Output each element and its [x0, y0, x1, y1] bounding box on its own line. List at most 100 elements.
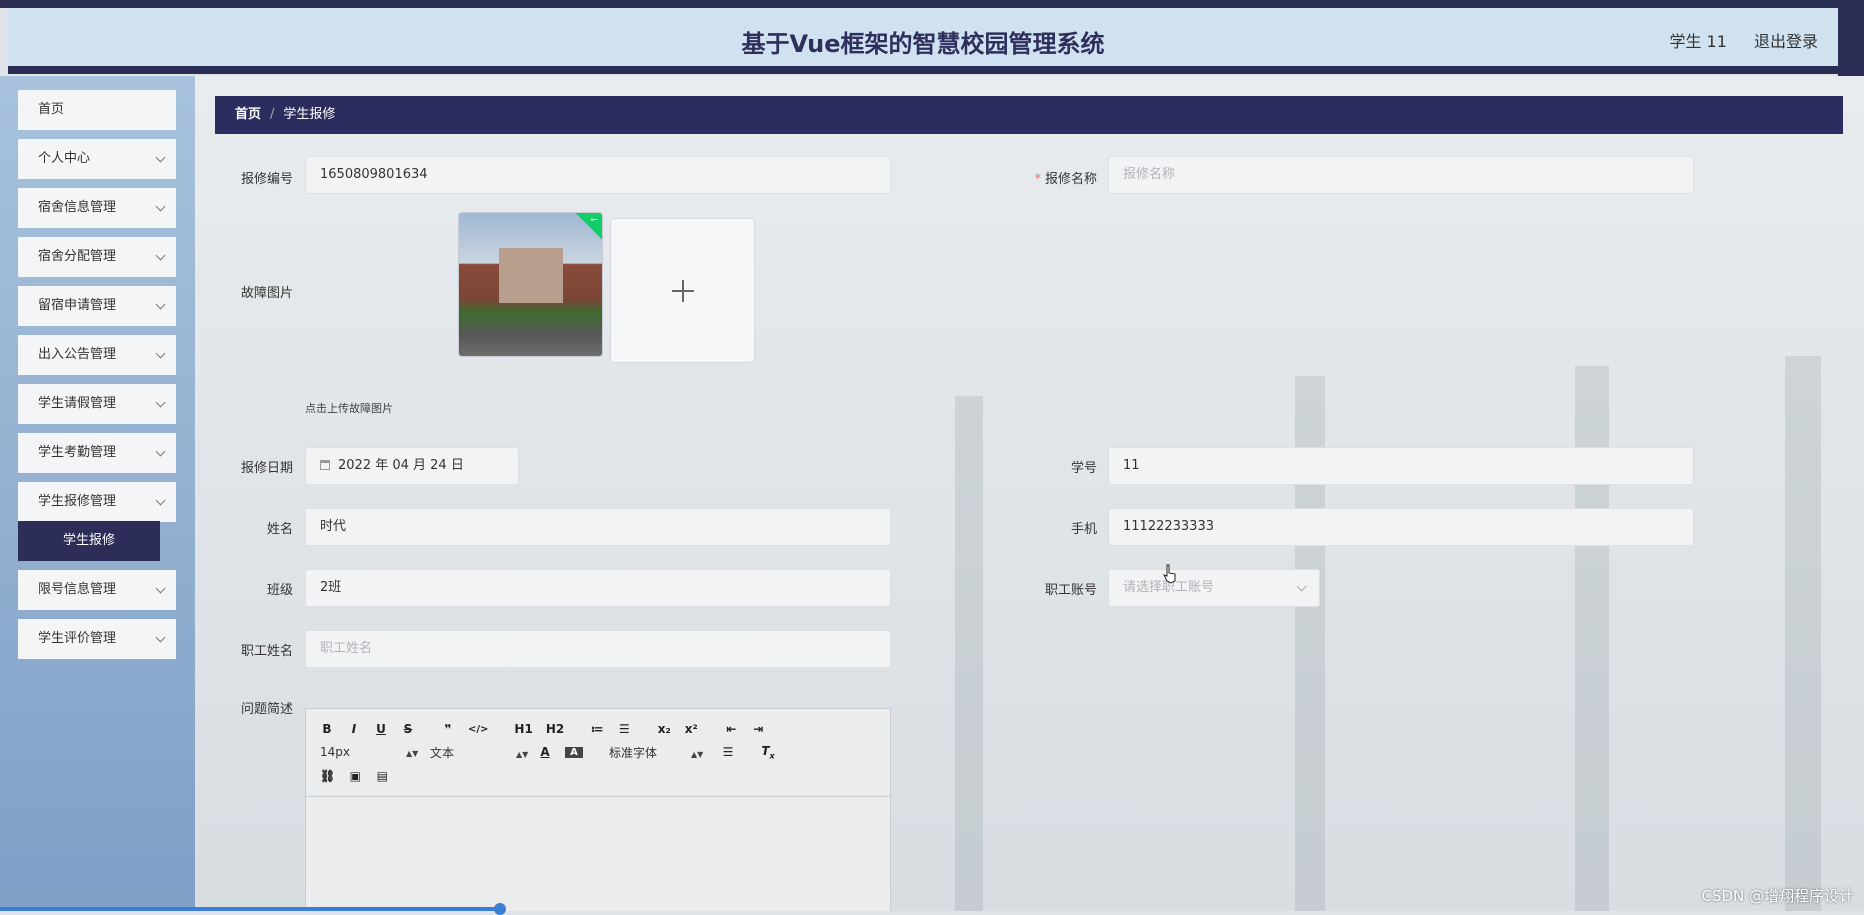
top-strip — [0, 0, 1864, 8]
breadcrumb: 首页 / 学生报修 — [215, 96, 1843, 134]
fault-image-label: 故障图片 — [240, 286, 293, 301]
calendar-icon — [320, 460, 330, 470]
sidebar-item-stay-apply[interactable]: 留宿申请管理 — [18, 286, 176, 326]
sidebar-item-label: 宿舍分配管理 — [38, 249, 117, 264]
chevron-down-icon — [155, 348, 166, 359]
chevron-down-icon — [155, 495, 166, 506]
sidebar-item-leave[interactable]: 学生请假管理 — [18, 384, 176, 424]
breadcrumb-separator: / — [270, 107, 275, 122]
underline-button[interactable]: U — [374, 722, 388, 736]
horizontal-scrollbar[interactable] — [0, 907, 500, 911]
repair-name-input[interactable]: 报修名称 — [1108, 156, 1694, 194]
font-color-icon[interactable]: A — [538, 745, 552, 759]
chevron-down-icon — [155, 299, 166, 310]
sidebar-item-label: 宿舍信息管理 — [38, 200, 117, 215]
image-icon[interactable]: ▣ — [348, 769, 362, 783]
main-content: 首页 / 学生报修 报修编号 1650809801634 * 报修名称 报修名称 故障… — [195, 76, 1864, 911]
breadcrumb-current: 学生报修 — [283, 107, 336, 122]
app-header: 基于Vue框架的智慧校园管理系统 学生 11 退出登录 — [8, 8, 1838, 74]
breadcrumb-home[interactable]: 首页 — [235, 107, 261, 122]
user-info: 学生 11 退出登录 — [1647, 28, 1818, 52]
ordered-list-button[interactable]: ≔ — [590, 722, 604, 736]
repair-no-field[interactable]: 1650809801634 — [305, 156, 891, 194]
background-color-icon[interactable]: A — [565, 746, 583, 758]
staff-name-input[interactable]: 职工姓名 — [305, 630, 891, 668]
superscript-button[interactable]: x² — [684, 722, 698, 736]
updown-icon: ▲▼ — [516, 749, 529, 759]
student-no-label: 学号 — [1070, 461, 1097, 476]
header-edge — [1838, 0, 1864, 76]
sidebar-item-home[interactable]: 首页 — [18, 90, 176, 130]
uploaded-image-thumb[interactable]: ✓ — [458, 212, 603, 357]
hand-cursor-icon — [1163, 564, 1176, 584]
chevron-down-icon — [155, 397, 166, 408]
name-field[interactable]: 时代 — [305, 508, 891, 546]
chevron-down-icon — [155, 446, 166, 457]
sidebar-item-label: 个人中心 — [38, 151, 91, 166]
repair-date-picker[interactable]: 2022 年 04 月 24 日 — [305, 447, 519, 485]
header-select-value: 文本 — [430, 745, 455, 760]
student-no-field[interactable]: 11 — [1108, 447, 1694, 485]
subscript-button[interactable]: x₂ — [657, 722, 671, 736]
sidebar-item-label: 首页 — [38, 102, 65, 117]
repair-date-label: 报修日期 — [240, 461, 293, 476]
clear-format-icon[interactable]: Tx — [761, 744, 775, 760]
font-size-value: 14px — [320, 745, 350, 759]
toolbar-row-1: B I U S ❞ </> H1 H2 ≔ ☰ x₂ x² ⇤ ⇥ — [320, 719, 778, 739]
chevron-down-icon — [155, 152, 166, 163]
bold-button[interactable]: B — [320, 722, 334, 736]
strike-button[interactable]: S — [401, 722, 415, 736]
updown-icon: ▲▼ — [406, 749, 419, 758]
sidebar-item-notice[interactable]: 出入公告管理 — [18, 335, 176, 375]
upload-hint: 点击上传故障图片 — [305, 402, 393, 415]
sidebar-item-attendance[interactable]: 学生考勤管理 — [18, 433, 176, 473]
header-select[interactable]: 文本 ▲▼ — [430, 744, 538, 761]
chevron-down-icon — [155, 632, 166, 643]
class-label: 班级 — [266, 583, 293, 598]
sidebar-item-label: 限号信息管理 — [38, 582, 117, 597]
sidebar-item-label: 学生考勤管理 — [38, 445, 117, 460]
italic-button[interactable]: I — [347, 722, 361, 736]
upload-add-button[interactable] — [610, 218, 755, 363]
sidebar-subitem-student-repair[interactable]: 学生报修 — [18, 521, 160, 561]
sidebar-item-label: 学生评价管理 — [38, 631, 117, 646]
logout-link[interactable]: 退出登录 — [1754, 32, 1818, 51]
font-family-value: 标准字体 — [609, 745, 658, 760]
toolbar-row-2: 14px ▲▼ 文本 ▲▼ A A 标准字体 ▲▼ ☰ Tx — [320, 742, 788, 762]
h1-button[interactable]: H1 — [514, 722, 532, 736]
sidebar-item-dorm-assign[interactable]: 宿舍分配管理 — [18, 237, 176, 277]
link-icon[interactable]: ⛓ — [320, 769, 335, 783]
font-family-select[interactable]: 标准字体 ▲▼ — [609, 744, 721, 761]
bullet-list-button[interactable]: ☰ — [617, 722, 631, 736]
building-image — [499, 248, 563, 303]
sidebar-item-limit[interactable]: 限号信息管理 — [18, 570, 176, 610]
sidebar: 首页 个人中心 宿舍信息管理 宿舍分配管理 留宿申请管理 出入公告管理 学生请假… — [0, 76, 195, 911]
watermark: CSDN @增翔程序设计 — [1701, 887, 1854, 905]
h2-button[interactable]: H2 — [546, 722, 564, 736]
blockquote-button[interactable]: ❞ — [441, 722, 455, 736]
sidebar-item-label: 留宿申请管理 — [38, 298, 117, 313]
outdent-button[interactable]: ⇤ — [724, 722, 738, 736]
align-icon[interactable]: ☰ — [721, 745, 735, 759]
background-post — [955, 396, 983, 911]
scrollbar-thumb[interactable] — [494, 903, 506, 915]
sidebar-item-label: 学生报修管理 — [38, 494, 117, 509]
chevron-down-icon — [155, 201, 166, 212]
staff-account-select[interactable]: 请选择职工账号 — [1108, 569, 1320, 607]
chevron-down-icon — [155, 250, 166, 261]
sidebar-item-evaluation[interactable]: 学生评价管理 — [18, 619, 176, 659]
editor-toolbar: B I U S ❞ </> H1 H2 ≔ ☰ x₂ x² ⇤ ⇥ 14px ▲▼… — [306, 709, 890, 797]
font-size-select[interactable]: 14px ▲▼ — [320, 745, 430, 759]
toolbar-row-3: ⛓ ▣ ▤ — [320, 766, 402, 786]
class-field[interactable]: 2班 — [305, 569, 891, 607]
sidebar-item-personal[interactable]: 个人中心 — [18, 139, 176, 179]
indent-button[interactable]: ⇥ — [751, 722, 765, 736]
code-block-button[interactable]: </> — [468, 724, 488, 735]
rich-text-editor: B I U S ❞ </> H1 H2 ≔ ☰ x₂ x² ⇤ ⇥ 14px ▲▼… — [305, 708, 891, 911]
sidebar-item-dorm-info[interactable]: 宿舍信息管理 — [18, 188, 176, 228]
description-label: 问题简述 — [240, 702, 293, 717]
sidebar-item-repair[interactable]: 学生报修管理 — [18, 482, 176, 522]
repair-date-value: 2022 年 04 月 24 日 — [338, 458, 464, 473]
phone-field[interactable]: 11122233333 — [1108, 508, 1694, 546]
video-icon[interactable]: ▤ — [375, 769, 389, 783]
